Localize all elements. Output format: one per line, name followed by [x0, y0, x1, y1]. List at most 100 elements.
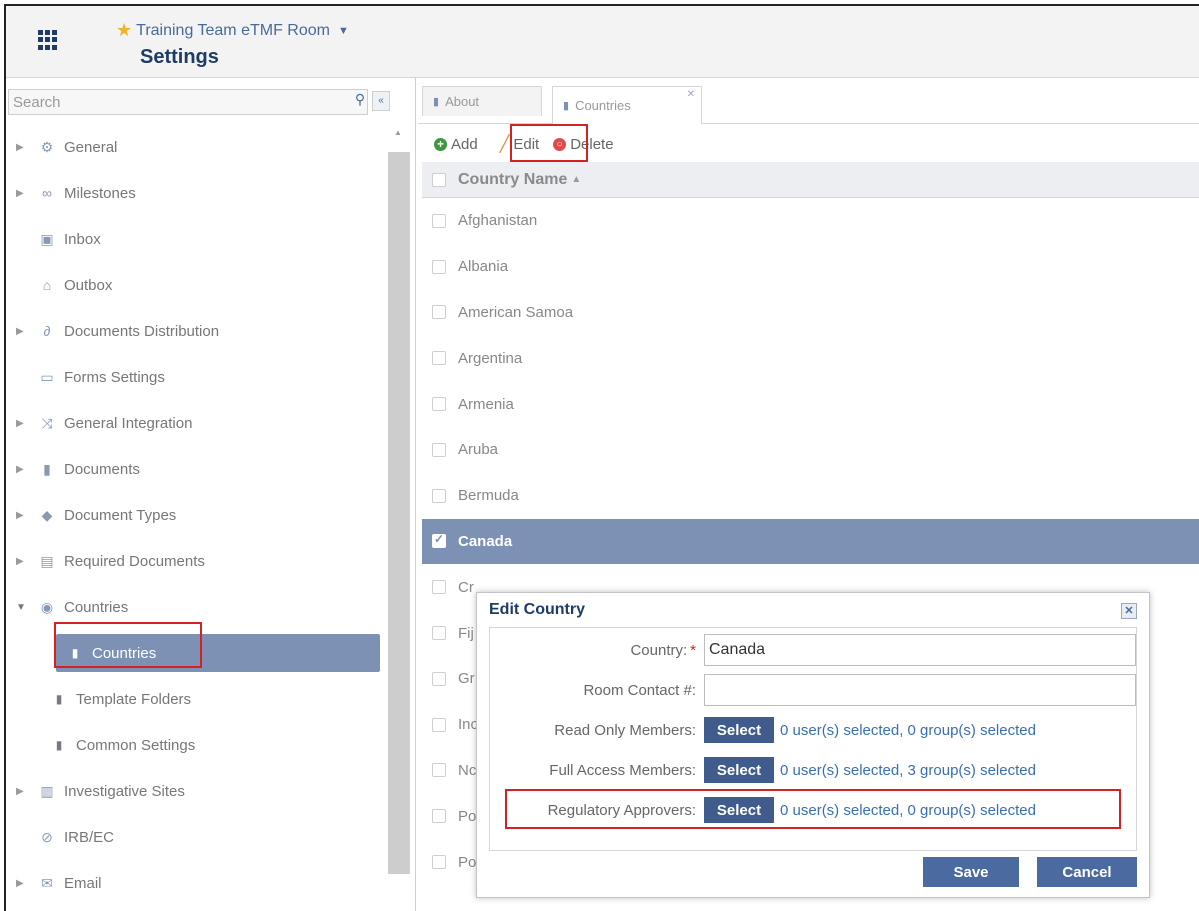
sidebar-item-countries[interactable]: ▼ ◉ Countries [6, 584, 384, 630]
sidebar-scrollbar[interactable]: ▲ [388, 124, 410, 911]
sidebar-item-outbox[interactable]: ⌂ Outbox [6, 262, 384, 308]
row-checkbox[interactable] [432, 397, 446, 412]
table-row[interactable]: Bermuda [422, 473, 1199, 519]
room-contact-input[interactable] [704, 674, 1136, 706]
sidebar-item-milestones[interactable]: ▶ ∞ Milestones [6, 170, 384, 216]
expand-arrow-icon[interactable]: ▶ [16, 142, 30, 153]
sidebar-item-email[interactable]: ▶ ✉ Email [6, 860, 384, 906]
read-only-select-button[interactable]: Select [704, 717, 774, 743]
expand-arrow-icon[interactable]: ▶ [16, 464, 30, 475]
tab-bar: ▮ About ▮ Countries ✕ [418, 78, 1199, 124]
expand-arrow-icon[interactable]: ▶ [16, 786, 30, 797]
row-checkbox[interactable] [432, 809, 446, 824]
add-button[interactable]: + Add [434, 136, 478, 153]
column-header-country-name[interactable]: Country Name [458, 171, 567, 189]
search-icon[interactable]: ⚲ [352, 91, 368, 111]
add-icon: + [434, 137, 447, 151]
delete-button[interactable]: ○ Delete [553, 135, 614, 153]
row-checkbox[interactable] [432, 259, 446, 274]
expand-arrow-icon[interactable]: ▶ [16, 878, 30, 889]
table-row[interactable]: Aruba [422, 427, 1199, 473]
sidebar-item-documents[interactable]: ▶ ▮ Documents [6, 446, 384, 492]
row-checkbox[interactable] [432, 626, 446, 641]
sidebar-item-irb-ec[interactable]: ⊘ IRB/EC [6, 814, 384, 860]
expand-arrow-icon[interactable]: ▶ [16, 418, 30, 429]
tab-about[interactable]: ▮ About [422, 86, 542, 116]
sidebar-item-template-folders[interactable]: ▮ Template Folders [6, 676, 384, 722]
full-access-selection-link[interactable]: 0 user(s) selected, 3 group(s) selected [780, 762, 1036, 779]
save-button[interactable]: Save [923, 857, 1019, 887]
globe-icon: ◉ [40, 598, 54, 615]
full-access-members-label: Full Access Members: [549, 761, 696, 779]
expand-arrow-icon[interactable]: ▶ [16, 188, 30, 199]
read-only-selection-link[interactable]: 0 user(s) selected, 0 group(s) selected [780, 722, 1036, 739]
sidebar-item-forms-settings[interactable]: ▭ Forms Settings [6, 354, 384, 400]
sidebar-item-document-types[interactable]: ▶ ◆ Document Types [6, 492, 384, 538]
sidebar-item-investigative-sites[interactable]: ▶ ▥ Investigative Sites [6, 768, 384, 814]
row-checkbox[interactable] [432, 580, 446, 595]
expand-arrow-icon[interactable]: ▶ [16, 556, 30, 567]
select-all-checkbox[interactable] [432, 172, 446, 187]
country-name-cell: Nc [458, 761, 477, 779]
table-row[interactable]: American Samoa [422, 290, 1199, 336]
shuffle-icon: ⤨ [41, 414, 53, 431]
table-row[interactable]: Argentina [422, 335, 1199, 381]
sidebar-item-common-settings[interactable]: ▮ Common Settings [6, 722, 384, 768]
close-icon[interactable]: ✕ [687, 89, 695, 100]
tab-countries[interactable]: ▮ Countries ✕ [552, 86, 702, 124]
row-checkbox[interactable] [432, 855, 446, 870]
full-access-select-button[interactable]: Select [704, 757, 774, 783]
sidebar-item-general-integration[interactable]: ▶ ⤨ General Integration [6, 400, 384, 446]
check-circle-icon: ⊘ [41, 828, 53, 845]
star-icon[interactable]: ★ [116, 20, 132, 41]
search-input[interactable] [8, 89, 368, 115]
sidebar-item-label: General [64, 138, 118, 156]
sidebar-item-general[interactable]: ▶ ⚙ General [6, 124, 384, 170]
country-name-cell: Aruba [458, 441, 499, 459]
cancel-button[interactable]: Cancel [1037, 857, 1137, 887]
row-checkbox[interactable] [432, 763, 446, 778]
sidebar-item-documents-distribution[interactable]: ▶ ∂ Documents Distribution [6, 308, 384, 354]
close-icon[interactable]: ✕ [1121, 603, 1137, 619]
regulatory-approvers-row: Regulatory Approvers: Select 0 user(s) s… [490, 792, 1136, 828]
row-checkbox[interactable] [432, 442, 446, 457]
sidebar-item-inbox[interactable]: ▣ Inbox [6, 216, 384, 262]
collapse-sidebar-icon[interactable]: « [372, 91, 390, 111]
delete-label: Delete [570, 135, 614, 153]
regulatory-select-button[interactable]: Select [704, 797, 774, 823]
link-icon: ∂ [43, 323, 51, 339]
row-checkbox[interactable] [432, 213, 446, 228]
sidebar-item-label: Countries [92, 644, 157, 662]
app-header: ★ Training Team eTMF Room ▼ Settings [6, 6, 1199, 78]
apps-grid-icon[interactable] [38, 30, 60, 50]
row-checkbox[interactable] [432, 671, 446, 686]
regulatory-selection-link[interactable]: 0 user(s) selected, 0 group(s) selected [780, 802, 1036, 819]
country-label-text: Country: [630, 641, 688, 659]
sort-asc-icon[interactable]: ▲ [571, 174, 581, 185]
row-checkbox[interactable] [432, 305, 446, 320]
expand-arrow-icon[interactable]: ▶ [16, 510, 30, 521]
row-checkbox-checked[interactable] [432, 532, 446, 549]
chevron-down-icon[interactable]: ▼ [338, 25, 349, 37]
table-row[interactable]: Afghanistan [422, 198, 1199, 244]
row-checkbox[interactable] [432, 351, 446, 366]
sidebar-item-countries-child[interactable]: ▮ Countries [56, 634, 380, 672]
sidebar-item-label: Milestones [64, 184, 136, 202]
grid-toolbar: + Add ╱ Edit ○ Delete [418, 126, 1199, 162]
row-checkbox[interactable] [432, 717, 446, 732]
sidebar-item-label: General Integration [64, 414, 193, 432]
sidebar-item-required-documents[interactable]: ▶ ▤ Required Documents [6, 538, 384, 584]
scroll-up-icon[interactable]: ▲ [394, 128, 402, 137]
row-checkbox[interactable] [432, 488, 446, 503]
edit-button[interactable]: ╱ Edit [500, 134, 540, 154]
scrollbar-thumb[interactable] [388, 152, 410, 874]
document-icon: ▮ [71, 646, 79, 660]
collapse-arrow-icon[interactable]: ▼ [16, 602, 30, 613]
room-selector[interactable]: ★ Training Team eTMF Room ▼ [116, 20, 349, 41]
page-title: Settings [140, 46, 219, 68]
table-row-selected[interactable]: Canada [422, 518, 1199, 565]
table-row[interactable]: Armenia [422, 381, 1199, 427]
country-input[interactable] [704, 634, 1136, 666]
table-row[interactable]: Albania [422, 244, 1199, 290]
expand-arrow-icon[interactable]: ▶ [16, 326, 30, 337]
